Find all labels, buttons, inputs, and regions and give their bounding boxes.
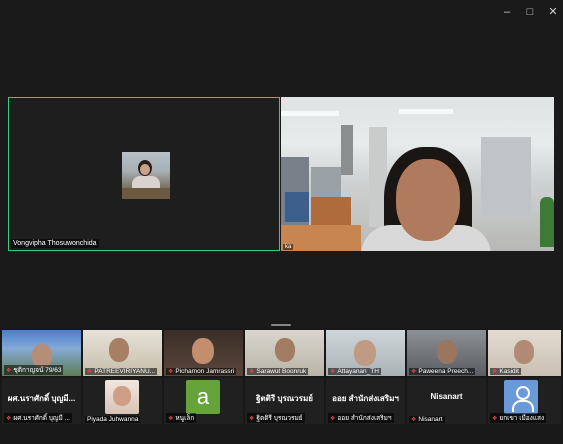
user-placeholder-icon: [504, 380, 538, 414]
mic-muted-icon: ❖: [6, 416, 12, 422]
gallery-tile[interactable]: ออย สำนักส่งเสริมฯ ❖ ออย สำนักส่งเสริมฯ: [326, 378, 405, 424]
active-participant-name: Vongvipha Thosuwonchida: [11, 239, 99, 248]
mic-muted-icon: ❖: [249, 369, 255, 375]
participant-name: ผศ.นราศักดิ์ บุญมี...: [7, 394, 76, 403]
close-icon[interactable]: ✕: [546, 6, 560, 18]
mic-muted-icon: ❖: [249, 416, 255, 422]
tile-label: ❖ Kasidit: [490, 368, 521, 375]
participant-name: ออย สำนักส่งเสริมฯ: [332, 394, 399, 403]
participant-name: Nisanart: [430, 392, 463, 401]
tile-label: ❖ Attayanan_TH: [328, 368, 381, 375]
resize-handle[interactable]: [271, 324, 291, 326]
tile-label: ❖ PATREEVIRIYANU...: [85, 368, 158, 375]
gallery-tile[interactable]: Piyada Juhwanna: [83, 378, 162, 424]
avatar: a: [186, 380, 220, 414]
participant-name: ฐิตติรี บุรณวรมย์: [256, 394, 313, 403]
tile-label: ❖ ยกเขา เมืองแสง: [490, 413, 547, 423]
speaker-video-tile[interactable]: ka: [281, 97, 554, 251]
mic-muted-icon: ❖: [411, 417, 417, 423]
gallery-tile[interactable]: ❖ Attayanan_TH: [326, 330, 405, 376]
gallery-tile[interactable]: ผศ.นราศักดิ์ บุญมี... ❖ ผศ.นราศักดิ์ บุญม…: [2, 378, 81, 424]
gallery-tile[interactable]: ❖ Sarawut Boonruk: [245, 330, 324, 376]
mic-muted-icon: ❖: [168, 369, 174, 375]
gallery-tile[interactable]: ❖ PATREEVIRIYANU...: [83, 330, 162, 376]
gallery-tile[interactable]: ❖ ชุติกาญจน์ 79/63: [2, 330, 81, 376]
gallery-tile[interactable]: ❖ ยกเขา เมืองแสง: [488, 378, 561, 424]
tile-label: ❖ ออย สำนักส่งเสริมฯ: [328, 413, 394, 423]
gallery-tile[interactable]: ❖ Kasidit: [488, 330, 561, 376]
tile-label: ❖ Pichamon Jamrassri: [166, 368, 237, 375]
mic-muted-icon: ❖: [6, 368, 12, 374]
tile-label: ❖ Paweena Preech...: [409, 368, 476, 375]
speaker-name-label: ka: [283, 244, 294, 250]
participant-thumbnail: [122, 152, 170, 199]
tile-label: ❖ หนูเล็ก: [166, 413, 197, 423]
main-stage: Vongvipha Thosuwonchida ka: [8, 97, 554, 252]
mic-muted-icon: ❖: [87, 369, 93, 375]
minimize-icon[interactable]: –: [500, 6, 514, 18]
tile-label: ❖ Sarawut Boonruk: [247, 368, 309, 375]
mic-muted-icon: ❖: [330, 416, 336, 422]
active-video-tile[interactable]: Vongvipha Thosuwonchida: [8, 97, 280, 251]
tile-label: ❖ ชุติกาญจน์ 79/63: [4, 365, 64, 375]
avatar: [105, 380, 139, 414]
maximize-icon[interactable]: □: [523, 6, 537, 18]
gallery-tile[interactable]: ❖ Pichamon Jamrassri: [164, 330, 243, 376]
tile-label: ❖ ผศ.นราศักดิ์ บุญมี ...: [4, 413, 72, 423]
mic-muted-icon: ❖: [492, 369, 498, 375]
mic-muted-icon: ❖: [411, 369, 417, 375]
tile-label: ❖ Nisanart: [409, 416, 445, 423]
gallery-tile[interactable]: ❖ Paweena Preech...: [407, 330, 486, 376]
mic-muted-icon: ❖: [330, 369, 336, 375]
tile-label: ❖ ฐิตติรี บุรณวรมย์: [247, 413, 305, 423]
gallery-tile[interactable]: Nisanart ❖ Nisanart: [407, 378, 486, 424]
gallery-tile[interactable]: ฐิตติรี บุรณวรมย์ ❖ ฐิตติรี บุรณวรมย์: [245, 378, 324, 424]
mic-muted-icon: ❖: [492, 416, 498, 422]
gallery-strip: ❖ ชุติกาญจน์ 79/63 ❖ PATREEVIRIYANU... ❖ Pi…: [0, 328, 563, 444]
tile-label: Piyada Juhwanna: [85, 416, 141, 423]
mic-muted-icon: ❖: [168, 416, 174, 422]
gallery-tile[interactable]: a ❖ หนูเล็ก: [164, 378, 243, 424]
